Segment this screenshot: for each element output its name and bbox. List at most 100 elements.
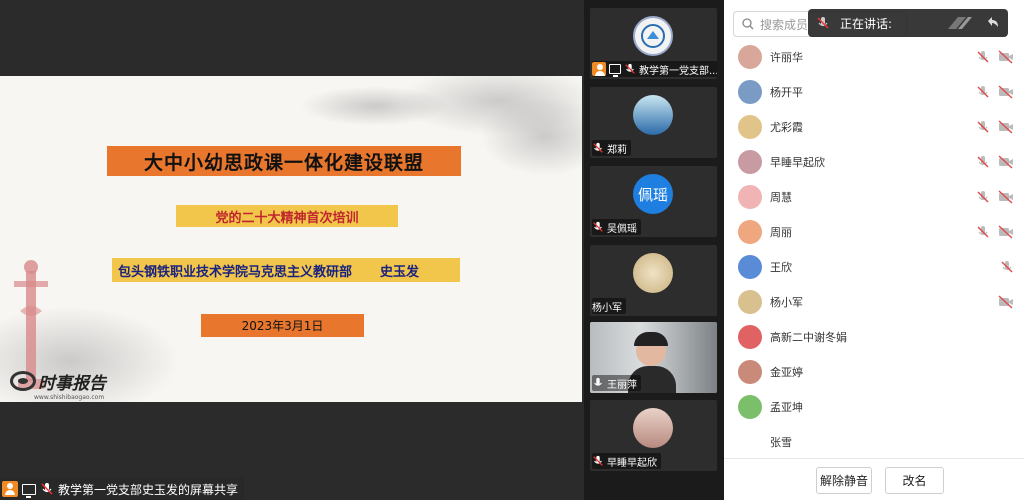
video-tile[interactable]: 早睡早起欣 [590, 400, 717, 471]
screen-share-label-text: 教学第一党支部史玉发的屏幕共享 [58, 482, 239, 497]
member-avatar [738, 395, 762, 419]
member-row[interactable]: 金亚婷 [738, 357, 1014, 387]
video-tile[interactable]: 佩瑶 吴佩瑶 [590, 166, 717, 237]
speaking-label: 正在讲话: [840, 16, 893, 31]
speaking-indicator: 正在讲话: [808, 9, 1008, 37]
member-status-icons [976, 85, 1014, 99]
member-name: 王欣 [770, 261, 792, 274]
member-avatar [738, 430, 762, 454]
participant-name: 郑莉 [607, 144, 627, 156]
host-icon [2, 481, 18, 497]
member-name: 许丽华 [770, 51, 803, 64]
member-name: 张雪 [770, 436, 792, 449]
unmute-all-button[interactable]: 解除静音 [816, 467, 872, 494]
member-row[interactable]: 尤彩霞 [738, 112, 1014, 142]
member-name: 金亚婷 [770, 366, 803, 379]
member-row[interactable]: 孟亚坤 [738, 392, 1014, 422]
member-avatar [738, 150, 762, 174]
member-status-icons [1000, 260, 1014, 274]
school-emblem-icon [641, 24, 665, 48]
host-icon [592, 62, 606, 76]
video-off-icon[interactable] [998, 190, 1014, 204]
member-avatar [738, 255, 762, 279]
member-status-icons [976, 190, 1014, 204]
participant-name: 教学第一党支部... [639, 65, 717, 77]
participant-avatar [633, 253, 673, 293]
member-status-icons [976, 225, 1014, 239]
member-avatar [738, 325, 762, 349]
member-row[interactable]: 王欣 [738, 252, 1014, 282]
participant-avatar [633, 408, 673, 448]
member-name: 孟亚坤 [770, 401, 803, 414]
member-avatar [738, 220, 762, 244]
video-tile[interactable]: 杨小军 [590, 245, 717, 316]
member-name: 周慧 [770, 191, 792, 204]
screen-share-label: 教学第一党支部史玉发的屏幕共享 [0, 478, 245, 500]
video-off-icon[interactable] [998, 155, 1014, 169]
video-off-icon[interactable] [998, 50, 1014, 64]
eye-logo-icon [10, 371, 36, 391]
logo-text: 时事报告 [38, 373, 106, 394]
rename-button[interactable]: 改名 [885, 467, 944, 494]
member-status-icons [998, 295, 1014, 309]
mic-off-icon[interactable] [976, 50, 990, 64]
video-tile[interactable]: 教学第一党支部... [590, 8, 717, 79]
participant-name: 吴佩瑶 [607, 223, 637, 235]
logo-url: www.shishibaogao.com [34, 394, 105, 401]
slide-author-line: 包头钢铁职业技术学院马克思主义教研部 史玉发 [112, 258, 460, 282]
member-row[interactable]: 周慧 [738, 182, 1014, 212]
participant-avatar [633, 95, 673, 135]
screen-share-area[interactable]: 大中小幼思政课一体化建设联盟 党的二十大精神首次培训 包头钢铁职业技术学院马克思… [0, 0, 584, 500]
mic-off-icon[interactable] [976, 190, 990, 204]
undo-arrow-icon[interactable] [984, 15, 1000, 31]
presentation-slide: 大中小幼思政课一体化建设联盟 党的二十大精神首次培训 包头钢铁职业技术学院马克思… [0, 76, 582, 402]
member-avatar [738, 360, 762, 384]
mic-off-icon[interactable] [976, 225, 990, 239]
member-row[interactable]: 杨小军 [738, 287, 1014, 317]
mic-off-icon[interactable] [976, 155, 990, 169]
member-name: 早睡早起欣 [770, 156, 825, 169]
member-name: 周丽 [770, 226, 792, 239]
video-tile[interactable]: 王丽萍 [590, 322, 717, 393]
slide-title: 大中小幼思政课一体化建设联盟 [107, 146, 461, 176]
slide-date: 2023年3月1日 [201, 314, 364, 337]
video-off-icon[interactable] [998, 85, 1014, 99]
member-row[interactable]: 张雪 [738, 427, 1014, 457]
participant-avatar: 佩瑶 [633, 174, 673, 214]
member-name: 高新二中谢冬娟 [770, 331, 847, 344]
mic-off-icon [593, 221, 603, 232]
member-avatar [738, 45, 762, 69]
member-row[interactable]: 高新二中谢冬娟 [738, 322, 1014, 352]
video-off-icon[interactable] [998, 295, 1014, 309]
member-row[interactable]: 周丽 [738, 217, 1014, 247]
member-row[interactable]: 早睡早起欣 [738, 147, 1014, 177]
video-tile-label: 王丽萍 [592, 375, 641, 391]
video-tile[interactable]: 郑莉 [590, 87, 717, 158]
video-tile-label: 吴佩瑶 [592, 219, 641, 235]
avatar-initials: 佩瑶 [637, 185, 668, 204]
slide-presenter: 史玉发 [380, 264, 420, 280]
video-off-icon[interactable] [998, 225, 1014, 239]
video-tile-label: 早睡早起欣 [592, 453, 661, 469]
member-name: 尤彩霞 [770, 121, 803, 134]
members-panel: 搜索成员 正在讲话: 许丽华 杨开平 尤彩霞 早睡早起欣 周慧 周丽 王欣 杨小军 高新二中谢冬… [724, 0, 1024, 500]
slide-subtitle: 党的二十大精神首次培训 [176, 205, 398, 227]
member-name: 杨开平 [770, 86, 803, 99]
panel-footer: 解除静音 改名 [724, 458, 1024, 500]
video-off-icon[interactable] [998, 120, 1014, 134]
mic-off-icon[interactable] [1000, 260, 1014, 274]
member-row[interactable]: 杨开平 [738, 77, 1014, 107]
video-tile-label: 教学第一党支部... [592, 61, 717, 77]
member-row[interactable]: 许丽华 [738, 42, 1014, 72]
search-icon [742, 18, 754, 30]
participant-emblem [633, 16, 673, 56]
mic-off-icon [625, 63, 635, 74]
mic-off-icon [593, 455, 603, 466]
video-tile-label: 郑莉 [592, 140, 631, 156]
mic-off-icon[interactable] [976, 85, 990, 99]
mic-off-icon[interactable] [976, 120, 990, 134]
window-tiles-icon[interactable] [946, 15, 974, 31]
member-avatar [738, 80, 762, 104]
member-avatar [738, 115, 762, 139]
mic-on-icon [594, 377, 602, 386]
